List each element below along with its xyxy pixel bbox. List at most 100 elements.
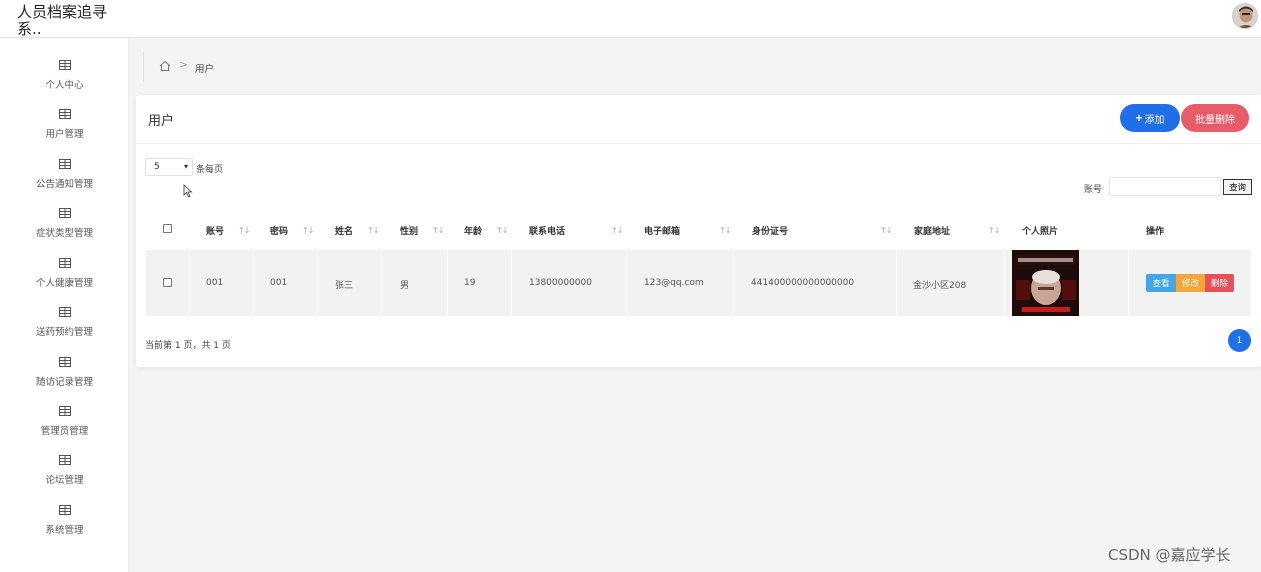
search-button[interactable]: 查询 — [1223, 179, 1252, 195]
sidebar-item-label: 系统管理 — [45, 525, 84, 536]
app-title-text: 人员档案追寻系.. — [17, 3, 108, 38]
sort-icon[interactable]: ↑↓ — [880, 226, 892, 235]
column-header-actions: 操作 — [1146, 227, 1165, 237]
account-search-input[interactable] — [1109, 177, 1221, 196]
sidebar-item-medicine-appointment[interactable]: 送药预约管理 — [0, 303, 129, 347]
sidebar-item-health-management[interactable]: 个人健康管理 — [0, 254, 129, 298]
sidebar-item-label: 随访记录管理 — [35, 377, 93, 388]
sidebar-item-symptom-type-management[interactable]: 症状类型管理 — [0, 204, 129, 248]
delete-button[interactable]: 删除 — [1205, 274, 1234, 292]
sidebar-item-label: 公告通知管理 — [35, 179, 93, 190]
add-button-label: 添加 — [1144, 114, 1165, 126]
table-icon — [59, 406, 71, 416]
column-header-id-number[interactable]: 身份证号 ↑↓ — [752, 213, 902, 245]
row-checkbox[interactable] — [163, 278, 172, 287]
sort-icon[interactable]: ↑↓ — [432, 226, 444, 235]
sidebar-item-system-management[interactable]: 系统管理 — [0, 501, 129, 545]
plus-icon: + — [1135, 111, 1143, 125]
sort-icon[interactable]: ↑↓ — [719, 226, 731, 235]
table-row: 001 001 张三 男 19 13800000000 123@qq.com 4… — [146, 250, 1251, 316]
sidebar-item-label: 送药预约管理 — [35, 327, 93, 338]
user-list-card: 用户 + 添加 批量删除 5 ▾ 条每页 账号 查询 账号 ↑↓ 密码 ↑↓ 姓名 ↑… — [136, 95, 1261, 367]
sidebar: 个人中心 用户管理 公告通知管理 症状类型管理 个人健康管理 送药预约管理 随访… — [0, 38, 129, 572]
table-icon — [59, 307, 71, 317]
chevron-down-icon: ▾ — [183, 162, 188, 171]
sidebar-item-forum-management[interactable]: 论坛管理 — [0, 451, 129, 495]
breadcrumb-current: 用户 — [195, 64, 215, 75]
table-icon — [59, 60, 71, 70]
sidebar-item-notice-management[interactable]: 公告通知管理 — [0, 155, 129, 199]
sidebar-item-label: 个人健康管理 — [35, 278, 93, 289]
sort-icon[interactable]: ↑↓ — [988, 226, 1000, 235]
sidebar-item-followup-records[interactable]: 随访记录管理 — [0, 353, 129, 397]
photo-image — [1012, 250, 1079, 316]
page-size-value: 5 — [154, 162, 160, 172]
breadcrumb-separator: > — [179, 58, 189, 71]
table-header: 账号 ↑↓ 密码 ↑↓ 姓名 ↑↓ 性别 ↑↓ 年龄 ↑↓ 联系电话 ↑↓ 电子邮箱 ↑↓ 身… — [146, 213, 1251, 245]
table-icon — [59, 159, 71, 169]
batch-delete-button[interactable]: 批量删除 — [1181, 104, 1249, 132]
table-icon — [59, 455, 71, 465]
table-icon — [59, 258, 71, 268]
table-icon — [59, 505, 71, 515]
cell-name: 张三 — [318, 250, 381, 316]
cell-id-number: 441400000000000000 — [734, 250, 896, 316]
cell-address: 金沙小区208 — [897, 250, 1004, 316]
pagination-info: 当前第 1 页，共 1 页 — [145, 341, 231, 351]
per-page-label: 条每页 — [196, 165, 224, 175]
app-title: 人员档案追寻系.. — [17, 4, 117, 38]
column-header-email[interactable]: 电子邮箱 ↑↓ — [644, 213, 744, 245]
sort-icon[interactable]: ↑↓ — [238, 226, 250, 235]
avatar[interactable] — [1232, 3, 1258, 29]
sort-icon[interactable]: ↑↓ — [496, 226, 508, 235]
table-icon — [59, 357, 71, 367]
row-checkbox-cell — [146, 250, 189, 316]
page-title: 用户 — [148, 114, 175, 129]
sidebar-item-label: 管理员管理 — [40, 426, 89, 437]
cell-gender: 男 — [382, 250, 447, 316]
column-header-password[interactable]: 密码 ↑↓ — [270, 213, 330, 245]
cell-photo — [1005, 250, 1128, 316]
cell-phone: 13800000000 — [512, 250, 626, 316]
column-header-address[interactable]: 家庭地址 ↑↓ — [914, 213, 1014, 245]
sidebar-item-label: 用户管理 — [45, 129, 84, 140]
watermark: CSDN @嘉应学长 — [1108, 546, 1231, 564]
select-all-checkbox[interactable] — [163, 224, 172, 233]
column-header-age[interactable]: 年龄 ↑↓ — [464, 213, 524, 245]
sort-icon[interactable]: ↑↓ — [611, 226, 623, 235]
column-header-gender[interactable]: 性别 ↑↓ — [400, 213, 460, 245]
table-icon — [59, 208, 71, 218]
home-icon[interactable] — [159, 60, 171, 72]
sidebar-item-label: 症状类型管理 — [35, 228, 93, 239]
column-header-phone[interactable]: 联系电话 ↑↓ — [529, 213, 639, 245]
cell-actions: 查看 修改 删除 — [1129, 250, 1251, 316]
sidebar-item-personal-center[interactable]: 个人中心 — [0, 56, 129, 100]
sidebar-item-label: 个人中心 — [45, 80, 84, 91]
cell-age: 19 — [448, 250, 511, 316]
personal-photo[interactable] — [1012, 250, 1079, 316]
cell-account: 001 — [190, 250, 253, 316]
mouse-cursor-icon — [183, 184, 193, 198]
avatar-image — [1233, 4, 1257, 28]
page-size-select[interactable]: 5 ▾ — [145, 158, 193, 176]
table-icon — [59, 109, 71, 119]
batch-delete-label: 批量删除 — [1195, 114, 1235, 126]
column-header-account[interactable]: 账号 ↑↓ — [206, 213, 266, 245]
cell-email: 123@qq.com — [627, 250, 733, 316]
view-button[interactable]: 查看 — [1146, 274, 1176, 292]
search-label: 账号 — [1084, 185, 1103, 195]
column-header-photo: 个人照片 — [1022, 227, 1059, 237]
edit-button[interactable]: 修改 — [1176, 274, 1205, 292]
sort-icon[interactable]: ↑↓ — [302, 226, 314, 235]
add-button[interactable]: + 添加 — [1120, 104, 1180, 132]
search-button-label: 查询 — [1228, 182, 1246, 192]
divider — [136, 143, 1261, 144]
page-button-1[interactable]: 1 — [1228, 329, 1251, 352]
top-bar: 人员档案追寻系.. — [0, 0, 1261, 38]
cell-password: 001 — [254, 250, 317, 316]
sidebar-item-admin-management[interactable]: 管理员管理 — [0, 402, 129, 446]
sidebar-item-user-management[interactable]: 用户管理 — [0, 105, 129, 149]
column-header-name[interactable]: 姓名 ↑↓ — [335, 213, 395, 245]
sort-icon[interactable]: ↑↓ — [367, 226, 379, 235]
sidebar-item-label: 论坛管理 — [45, 475, 84, 486]
